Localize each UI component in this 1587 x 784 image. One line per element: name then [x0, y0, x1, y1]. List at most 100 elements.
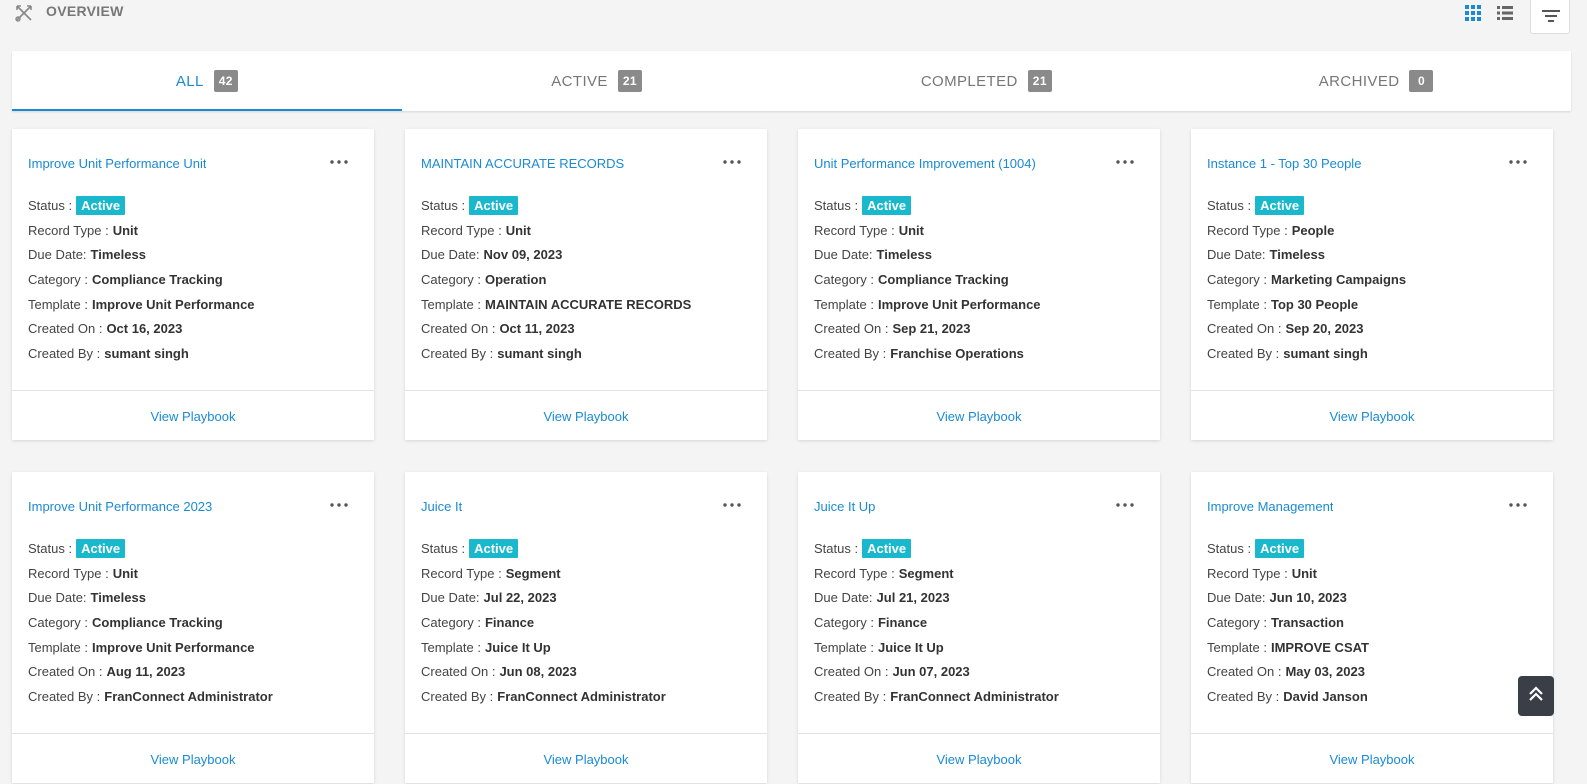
- more-options-icon[interactable]: [1116, 499, 1134, 513]
- due-date-label: Due Date:: [1207, 247, 1266, 263]
- created-on-value: Oct 11, 2023: [499, 321, 575, 337]
- playbook-title-link[interactable]: Improve Management: [1207, 499, 1333, 514]
- playbook-title-link[interactable]: Improve Unit Performance 2023: [28, 499, 212, 514]
- record-type-value: Unit: [1291, 565, 1317, 581]
- status-label: Status :: [1207, 197, 1252, 213]
- tab-archived[interactable]: ARCHIVED 0: [1181, 51, 1571, 111]
- template-row: Template : Juice It Up: [421, 635, 666, 660]
- scroll-to-top-button[interactable]: [1518, 676, 1554, 716]
- playbook-title-link[interactable]: Unit Performance Improvement (1004): [814, 156, 1036, 171]
- playbook-title-link[interactable]: Juice It Up: [814, 499, 875, 514]
- card-footer: View Playbook: [12, 733, 374, 784]
- card-footer: View Playbook: [405, 390, 767, 441]
- more-options-icon[interactable]: [1116, 156, 1134, 170]
- created-by-value: FranConnect Administrator: [104, 688, 273, 704]
- template-row: Template : MAINTAIN ACCURATE RECORDS: [421, 292, 691, 317]
- view-playbook-link[interactable]: View Playbook: [150, 409, 235, 424]
- more-options-icon[interactable]: [1509, 156, 1527, 170]
- created-by-value: Franchise Operations: [890, 345, 1024, 361]
- view-playbook-link[interactable]: View Playbook: [150, 752, 235, 767]
- created-by-value: sumant singh: [104, 345, 189, 361]
- created-on-value: May 03, 2023: [1285, 664, 1365, 680]
- created-by-label: Created By :: [421, 688, 494, 704]
- category-value: Compliance Tracking: [91, 271, 223, 287]
- tab-count-badge: 21: [617, 70, 642, 92]
- status-row: Status : Active: [1207, 193, 1406, 218]
- filter-button[interactable]: [1530, 0, 1570, 34]
- playbook-title-link[interactable]: MAINTAIN ACCURATE RECORDS: [421, 156, 624, 171]
- grid-view-icon[interactable]: [1465, 5, 1481, 21]
- created-on-row: Created On : Oct 11, 2023: [421, 316, 691, 341]
- page-title: OVERVIEW: [46, 3, 124, 19]
- category-value: Compliance Tracking: [91, 614, 223, 630]
- created-by-row: Created By : FranConnect Administrator: [421, 684, 666, 709]
- category-label: Category :: [814, 271, 874, 287]
- category-label: Category :: [421, 614, 481, 630]
- created-by-value: FranConnect Administrator: [497, 688, 666, 704]
- template-row: Template : Top 30 People: [1207, 292, 1406, 317]
- status-row: Status : Active: [421, 536, 666, 561]
- tab-all[interactable]: ALL 42: [12, 51, 402, 111]
- more-options-icon[interactable]: [330, 499, 348, 513]
- record-type-label: Record Type :: [28, 222, 109, 238]
- more-options-icon[interactable]: [1509, 499, 1527, 513]
- playbook-title-link[interactable]: Instance 1 - Top 30 People: [1207, 156, 1361, 171]
- category-label: Category :: [28, 271, 88, 287]
- status-label: Status :: [421, 540, 466, 556]
- view-playbook-link[interactable]: View Playbook: [543, 752, 628, 767]
- template-row: Template : IMPROVE CSAT: [1207, 635, 1369, 660]
- created-on-row: Created On : Jun 07, 2023: [814, 659, 1059, 684]
- view-playbook-link[interactable]: View Playbook: [543, 409, 628, 424]
- created-by-row: Created By : FranConnect Administrator: [28, 684, 273, 709]
- record-type-row: Record Type : Unit: [28, 561, 273, 586]
- tab-active[interactable]: ACTIVE 21: [402, 51, 792, 111]
- record-type-value: Segment: [898, 565, 954, 581]
- template-value: Improve Unit Performance: [877, 296, 1041, 312]
- created-on-label: Created On :: [28, 664, 103, 680]
- list-view-icon[interactable]: [1497, 5, 1513, 21]
- tab-count-badge: 21: [1027, 70, 1052, 92]
- record-type-label: Record Type :: [1207, 222, 1288, 238]
- category-label: Category :: [1207, 271, 1267, 287]
- view-playbook-link[interactable]: View Playbook: [936, 752, 1021, 767]
- more-options-icon[interactable]: [723, 499, 741, 513]
- view-playbook-link[interactable]: View Playbook: [936, 409, 1021, 424]
- category-value: Transaction: [1270, 614, 1344, 630]
- tab-completed[interactable]: COMPLETED 21: [792, 51, 1182, 111]
- playbook-card-grid: Improve Unit Performance Unit Status : Act…: [12, 129, 1571, 783]
- playbook-title-link[interactable]: Improve Unit Performance Unit: [28, 156, 206, 171]
- due-date-label: Due Date:: [28, 247, 87, 263]
- created-by-row: Created By : sumant singh: [421, 341, 691, 366]
- due-date-row: Due Date: Jul 22, 2023: [421, 585, 666, 610]
- template-row: Template : Improve Unit Performance: [814, 292, 1041, 317]
- record-type-value: People: [1291, 222, 1335, 238]
- due-date-label: Due Date:: [28, 590, 87, 606]
- card-footer: View Playbook: [798, 733, 1160, 784]
- category-row: Category : Transaction: [1207, 610, 1369, 635]
- playbook-title-link[interactable]: Juice It: [421, 499, 462, 514]
- record-type-label: Record Type :: [421, 565, 502, 581]
- template-value: MAINTAIN ACCURATE RECORDS: [484, 296, 692, 312]
- more-options-icon[interactable]: [330, 156, 348, 170]
- playbook-details: Status : Active Record Type : Unit Due Date:…: [28, 193, 255, 366]
- record-type-row: Record Type : Unit: [1207, 561, 1369, 586]
- status-row: Status : Active: [28, 536, 273, 561]
- due-date-value: Jul 21, 2023: [876, 590, 950, 606]
- created-on-label: Created On :: [1207, 664, 1282, 680]
- category-value: Compliance Tracking: [877, 271, 1009, 287]
- tab-label: COMPLETED: [920, 72, 1018, 90]
- record-type-value: Unit: [898, 222, 924, 238]
- due-date-label: Due Date:: [421, 590, 480, 606]
- view-playbook-link[interactable]: View Playbook: [1329, 409, 1414, 424]
- category-label: Category :: [421, 271, 481, 287]
- status-badge: Active: [862, 538, 912, 558]
- top-bar: OVERVIEW: [0, 0, 1587, 44]
- more-options-icon[interactable]: [723, 156, 741, 170]
- created-on-value: Jun 07, 2023: [892, 664, 970, 680]
- created-by-label: Created By :: [1207, 345, 1280, 361]
- status-row: Status : Active: [814, 536, 1059, 561]
- view-playbook-link[interactable]: View Playbook: [1329, 752, 1414, 767]
- created-on-value: Sep 20, 2023: [1285, 321, 1364, 337]
- created-on-label: Created On :: [28, 321, 103, 337]
- record-type-value: Unit: [112, 222, 138, 238]
